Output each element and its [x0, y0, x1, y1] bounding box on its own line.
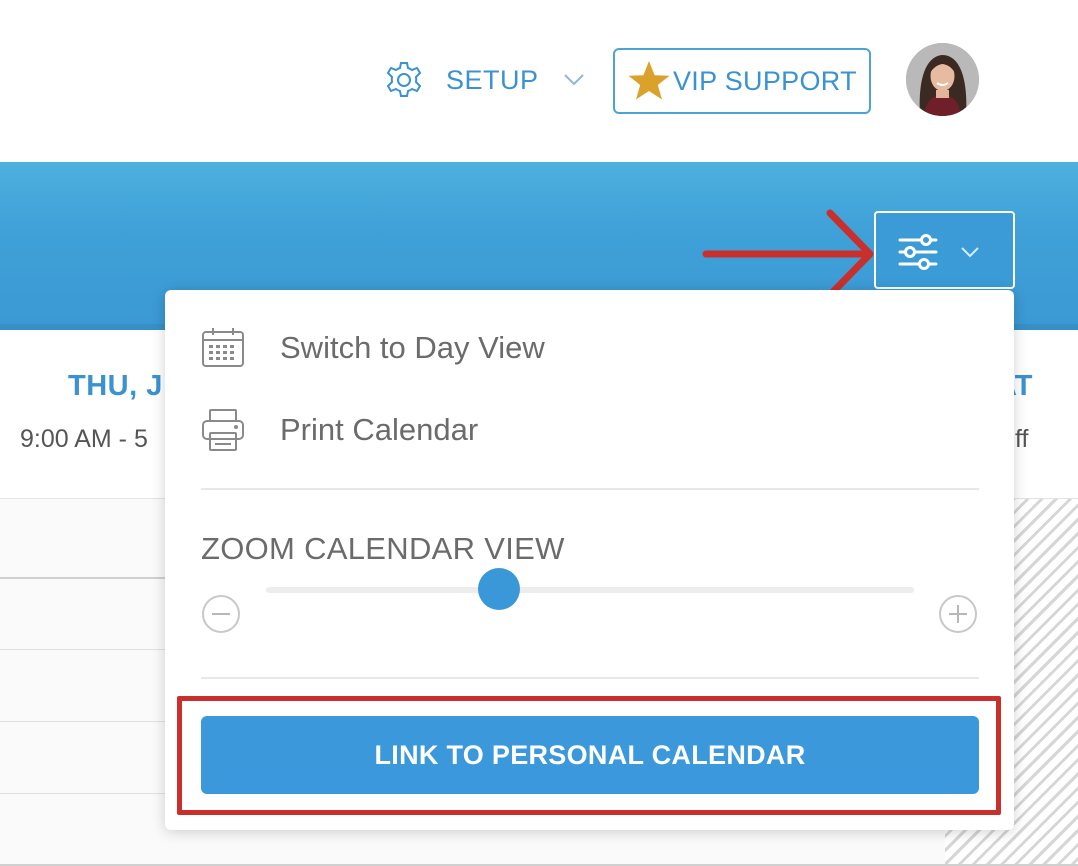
setup-label: SETUP [446, 64, 539, 95]
avatar-image [906, 43, 979, 116]
user-avatar[interactable] [906, 43, 979, 116]
zoom-out-icon[interactable] [201, 594, 241, 634]
vip-support-button[interactable]: VIP SUPPORT [613, 48, 871, 114]
calendar-icon [202, 328, 244, 367]
view-options-dropdown: Switch to Day View Print Calendar ZOOM C… [165, 290, 1014, 830]
menu-label-print: Print Calendar [280, 412, 479, 447]
link-personal-calendar-label: LINK TO PERSONAL CALENDAR [374, 739, 806, 770]
arrow-annotation [702, 209, 874, 299]
day-hours-saturday: ff [1015, 425, 1029, 453]
chevron-down-icon [563, 74, 584, 86]
vip-support-label: VIP SUPPORT [673, 65, 857, 96]
menu-divider [201, 677, 979, 679]
zoom-slider-thumb[interactable] [478, 568, 521, 610]
menu-item-switch-to-day-view[interactable]: Switch to Day View [201, 323, 545, 373]
setup-menu[interactable]: SETUP [384, 58, 585, 102]
zoom-slider-fill [266, 587, 500, 593]
view-options-button[interactable] [874, 211, 1015, 289]
zoom-slider[interactable] [266, 568, 914, 610]
chevron-down-icon [961, 247, 979, 258]
menu-label-day-view: Switch to Day View [280, 330, 545, 365]
day-label-thursday[interactable]: THU, J [68, 370, 163, 403]
menu-item-print-calendar[interactable]: Print Calendar [201, 405, 478, 455]
menu-divider [201, 488, 979, 490]
zoom-in-icon[interactable] [938, 594, 978, 634]
printer-icon [202, 409, 244, 451]
link-personal-calendar-button[interactable]: LINK TO PERSONAL CALENDAR [201, 716, 979, 794]
zoom-section-title: ZOOM CALENDAR VIEW [201, 531, 565, 566]
gear-icon [386, 62, 422, 97]
day-hours-thursday: 9:00 AM - 5 [20, 425, 148, 453]
page: SETUP VIP SUPPORT THU, J 9:00 AM - 5 AT … [0, 0, 1078, 866]
sliders-icon [898, 234, 938, 270]
star-icon [628, 61, 670, 100]
top-bar: SETUP VIP SUPPORT [0, 0, 1078, 162]
